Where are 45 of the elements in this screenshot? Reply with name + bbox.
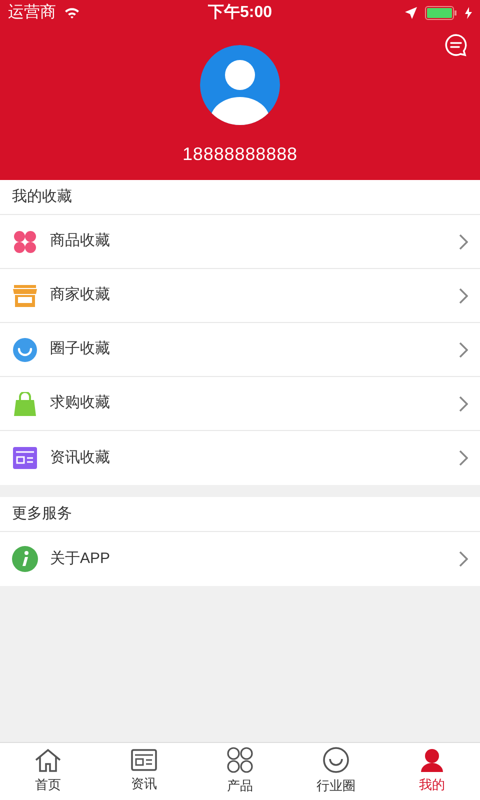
carrier-name: 运营商 xyxy=(8,2,56,22)
location-arrow-icon xyxy=(405,6,417,18)
chevron-right-icon xyxy=(458,551,468,567)
menu-row[interactable]: 资讯收藏 xyxy=(0,431,480,485)
chevron-right-icon xyxy=(458,450,468,466)
row-label: 商品收藏 xyxy=(50,231,110,252)
home-icon xyxy=(34,748,62,772)
tab[interactable]: 首页 xyxy=(0,743,96,800)
chevron-right-icon xyxy=(458,342,468,358)
row-label: 资讯收藏 xyxy=(50,448,110,468)
row-label: 圈子收藏 xyxy=(50,339,110,360)
section-title: 我的收藏 xyxy=(12,186,72,207)
shopping-bag-icon xyxy=(14,392,36,416)
four-petal-icon xyxy=(227,747,253,774)
smile-circle-icon xyxy=(323,747,349,774)
tab[interactable]: 产品 xyxy=(192,743,288,800)
wifi-icon xyxy=(64,6,80,18)
four-petal-icon xyxy=(13,230,37,254)
tab[interactable]: 行业圈 xyxy=(288,743,384,800)
row-label: 商家收藏 xyxy=(50,285,110,306)
clock-time: 下午5:00 xyxy=(208,2,272,22)
chevron-right-icon xyxy=(458,396,468,412)
chat-icon[interactable] xyxy=(444,33,468,57)
menu-row[interactable]: 商品收藏 xyxy=(0,215,480,269)
row-label: 求购收藏 xyxy=(50,393,110,414)
charging-bolt-icon xyxy=(465,6,472,18)
phone-number: 18888888888 xyxy=(182,143,298,166)
storefront-icon xyxy=(13,284,37,306)
person-icon xyxy=(420,748,444,772)
menu-row[interactable]: 求购收藏 xyxy=(0,377,480,431)
battery-icon xyxy=(425,6,457,20)
info-icon xyxy=(12,546,38,572)
smile-circle-icon xyxy=(13,338,37,362)
tab[interactable]: 资讯 xyxy=(96,743,192,800)
newspaper-icon xyxy=(131,749,157,772)
newspaper-icon xyxy=(13,447,37,469)
avatar-icon[interactable] xyxy=(200,45,280,125)
menu-row[interactable]: 关于APP xyxy=(0,532,480,586)
chevron-right-icon xyxy=(458,288,468,304)
tab[interactable]: 我的 xyxy=(384,743,480,800)
menu-row[interactable]: 商家收藏 xyxy=(0,269,480,323)
section-title: 更多服务 xyxy=(12,504,72,524)
menu-row[interactable]: 圈子收藏 xyxy=(0,323,480,377)
chevron-right-icon xyxy=(458,234,468,250)
row-label: 关于APP xyxy=(50,548,110,569)
